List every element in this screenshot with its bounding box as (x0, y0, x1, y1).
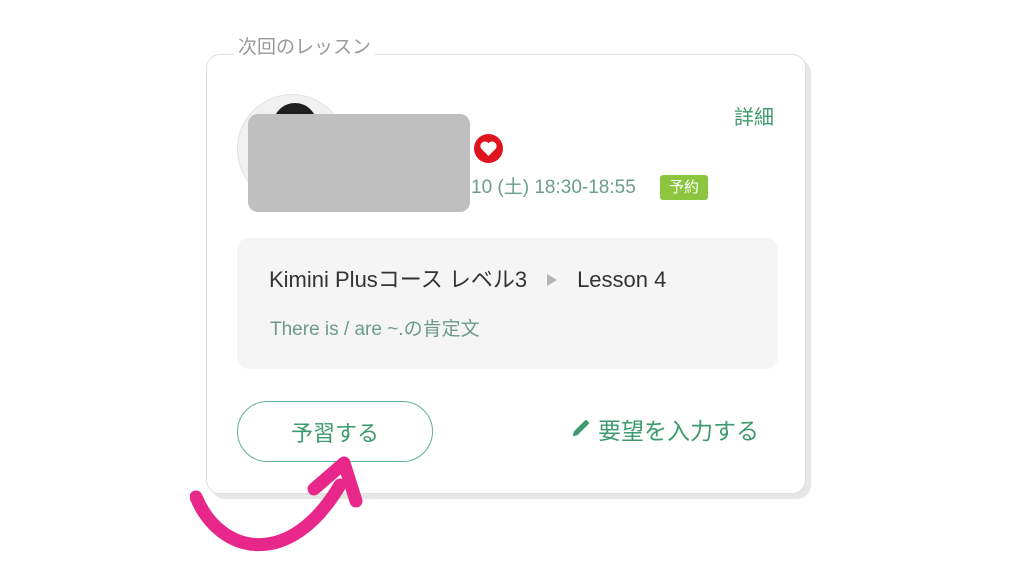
redacted-teacher-info (248, 114, 470, 212)
heart-icon[interactable] (474, 134, 503, 163)
course-info-box (237, 238, 778, 369)
curved-arrow-icon (190, 456, 363, 552)
preview-button[interactable]: 予習する (237, 401, 433, 462)
pencil-icon (570, 417, 592, 445)
card-title: 次回のレッスン (234, 37, 376, 59)
request-link-label: 要望を入力する (598, 418, 759, 444)
lesson-number: Lesson 4 (577, 267, 667, 292)
lesson-description: There is / are ~.の肯定文 (270, 319, 480, 340)
triangle-right-icon (547, 274, 558, 286)
lesson-datetime: 10 (土) 18:30-18:55 (471, 177, 636, 198)
status-badge: 予約 (660, 175, 709, 200)
course-breadcrumb: Kimini Plusコース レベル3 Lesson 4 (269, 266, 666, 294)
course-name: Kimini Plusコース レベル3 (269, 267, 528, 292)
detail-link[interactable]: 詳細 (734, 106, 774, 130)
request-link[interactable]: 要望を入力する (570, 417, 759, 445)
